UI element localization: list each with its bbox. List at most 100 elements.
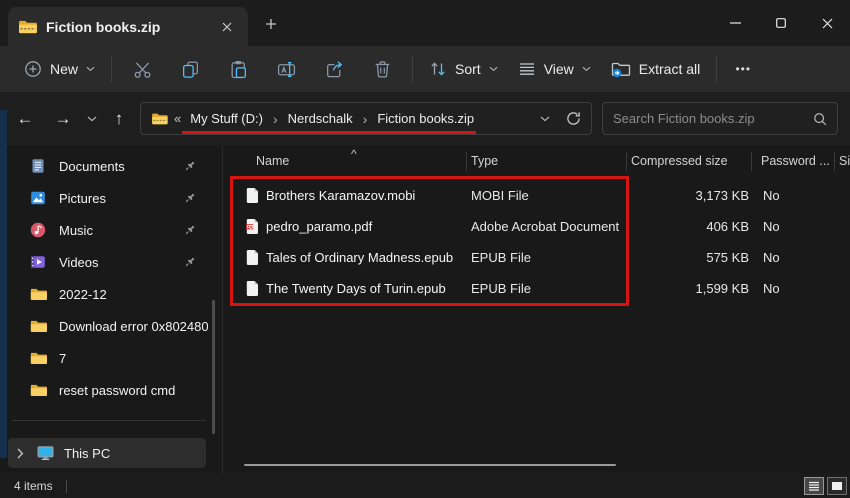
breadcrumb-overflow-icon[interactable]: « bbox=[174, 111, 181, 126]
folder-icon bbox=[30, 383, 48, 397]
status-divider bbox=[66, 480, 67, 493]
search-icon[interactable] bbox=[813, 112, 827, 126]
refresh-icon[interactable] bbox=[566, 111, 581, 126]
sidebar-item-label: Pictures bbox=[59, 191, 106, 206]
rename-icon bbox=[277, 60, 296, 79]
sidebar-item-2022-12[interactable]: 2022-12 bbox=[8, 278, 208, 310]
sidebar-item-music[interactable]: Music bbox=[8, 214, 208, 246]
large-icons-view-icon bbox=[831, 481, 843, 491]
up-button[interactable]: ↑ bbox=[104, 105, 134, 133]
share-button[interactable] bbox=[310, 51, 358, 87]
extract-all-button-label: Extract all bbox=[639, 61, 700, 77]
sidebar-item-label: Videos bbox=[59, 255, 99, 270]
this-pc-icon bbox=[37, 445, 54, 461]
file-password: No bbox=[763, 281, 780, 296]
toolbar-divider bbox=[111, 56, 112, 82]
titlebar: Fiction books.zip bbox=[0, 0, 850, 46]
delete-button[interactable] bbox=[358, 51, 406, 87]
breadcrumb-item-folder[interactable]: Nerdschalk bbox=[287, 109, 354, 128]
column-header-password[interactable]: Password ... bbox=[761, 154, 830, 168]
sidebar-item-this-pc[interactable]: This PC bbox=[8, 438, 206, 468]
column-header-size[interactable]: Si bbox=[839, 154, 850, 168]
sidebar-item-download-error[interactable]: Download error 0x80248007 bbox=[8, 310, 208, 342]
address-dropdown-chevron-icon[interactable] bbox=[540, 116, 550, 122]
chevron-down-icon bbox=[86, 66, 95, 72]
new-button[interactable]: New bbox=[14, 51, 105, 87]
file-compressed-size: 3,173 KB bbox=[626, 188, 749, 203]
breadcrumb-item-drive[interactable]: My Stuff (D:) bbox=[189, 109, 264, 128]
column-header-name[interactable]: Name bbox=[256, 154, 289, 168]
sidebar-scrollbar[interactable] bbox=[212, 300, 215, 434]
new-button-label: New bbox=[50, 61, 78, 77]
column-divider[interactable] bbox=[751, 152, 752, 171]
annotation-rectangle-files bbox=[230, 176, 629, 306]
column-divider[interactable] bbox=[626, 152, 627, 171]
paste-button[interactable] bbox=[214, 51, 262, 87]
file-compressed-size: 406 KB bbox=[626, 219, 749, 234]
sidebar-item-label: This PC bbox=[64, 446, 110, 461]
view-button-label: View bbox=[544, 61, 574, 77]
up-arrow-icon: ↑ bbox=[115, 109, 124, 129]
search-box bbox=[602, 102, 838, 135]
sidebar-item-7[interactable]: 7 bbox=[8, 342, 208, 374]
sidebar-item-pictures[interactable]: Pictures bbox=[8, 182, 208, 214]
cut-button[interactable] bbox=[118, 51, 166, 87]
sidebar-item-label: 2022-12 bbox=[59, 287, 107, 302]
toolbar-divider bbox=[716, 56, 717, 82]
sidebar-divider bbox=[12, 420, 206, 421]
sidebar-item-label: Download error 0x80248007 bbox=[59, 319, 208, 334]
sort-button[interactable]: Sort bbox=[419, 51, 508, 87]
chevron-down-icon bbox=[489, 66, 498, 72]
column-header-compressed-size[interactable]: Compressed size bbox=[631, 154, 728, 168]
copy-icon bbox=[181, 60, 200, 79]
extract-all-icon bbox=[611, 60, 631, 78]
new-tab-button[interactable] bbox=[262, 15, 280, 33]
sort-icon bbox=[429, 60, 447, 78]
status-bar: 4 items bbox=[0, 474, 850, 498]
folder-icon bbox=[30, 351, 48, 365]
breadcrumb-item-current[interactable]: Fiction books.zip bbox=[376, 109, 475, 128]
search-input[interactable] bbox=[613, 111, 813, 126]
close-button[interactable] bbox=[804, 0, 850, 46]
sidebar-item-videos[interactable]: Videos bbox=[8, 246, 208, 278]
plus-circle-icon bbox=[24, 60, 42, 78]
forward-button[interactable]: → bbox=[48, 105, 78, 133]
tab-close-button[interactable] bbox=[216, 19, 238, 35]
column-divider[interactable] bbox=[466, 152, 467, 171]
documents-icon bbox=[30, 158, 48, 174]
rename-button[interactable] bbox=[262, 51, 310, 87]
breadcrumb-separator: › bbox=[273, 111, 278, 127]
copy-button[interactable] bbox=[166, 51, 214, 87]
view-button[interactable]: View bbox=[508, 51, 601, 87]
tab-title: Fiction books.zip bbox=[46, 19, 216, 35]
pin-icon bbox=[184, 160, 196, 172]
extract-all-button[interactable]: Extract all bbox=[601, 51, 710, 87]
expander-chevron-icon[interactable] bbox=[17, 448, 24, 459]
column-divider[interactable] bbox=[834, 152, 835, 171]
pin-icon bbox=[184, 192, 196, 204]
file-password: No bbox=[763, 250, 780, 265]
column-header-type[interactable]: Type bbox=[471, 154, 498, 168]
large-icons-view-button[interactable] bbox=[827, 477, 847, 495]
sidebar-item-label: 7 bbox=[59, 351, 66, 366]
minimize-button[interactable] bbox=[712, 0, 758, 46]
sidebar-item-documents[interactable]: Documents bbox=[8, 150, 208, 182]
window-controls bbox=[712, 0, 850, 46]
see-more-button[interactable]: ••• bbox=[723, 51, 763, 87]
address-row: ← → ↑ « My Stuff (D:) › Nerdschalk › Fic… bbox=[0, 92, 850, 146]
recent-locations-button[interactable] bbox=[80, 105, 104, 133]
item-count: 4 items bbox=[14, 479, 53, 493]
folder-icon bbox=[30, 319, 48, 333]
tab-fiction-books[interactable]: Fiction books.zip bbox=[8, 7, 248, 46]
sort-ascending-icon: ^ bbox=[351, 147, 357, 161]
sidebar-item-reset-password-cmd[interactable]: reset password cmd bbox=[8, 374, 208, 406]
file-password: No bbox=[763, 219, 780, 234]
breadcrumb-separator: › bbox=[363, 111, 368, 127]
details-view-button[interactable] bbox=[804, 477, 824, 495]
file-compressed-size: 575 KB bbox=[626, 250, 749, 265]
back-button[interactable]: ← bbox=[10, 105, 40, 133]
maximize-button[interactable] bbox=[758, 0, 804, 46]
pin-icon bbox=[184, 256, 196, 268]
command-toolbar: New Sort View Extract all ••• bbox=[0, 46, 850, 92]
horizontal-scrollbar[interactable] bbox=[244, 464, 616, 466]
